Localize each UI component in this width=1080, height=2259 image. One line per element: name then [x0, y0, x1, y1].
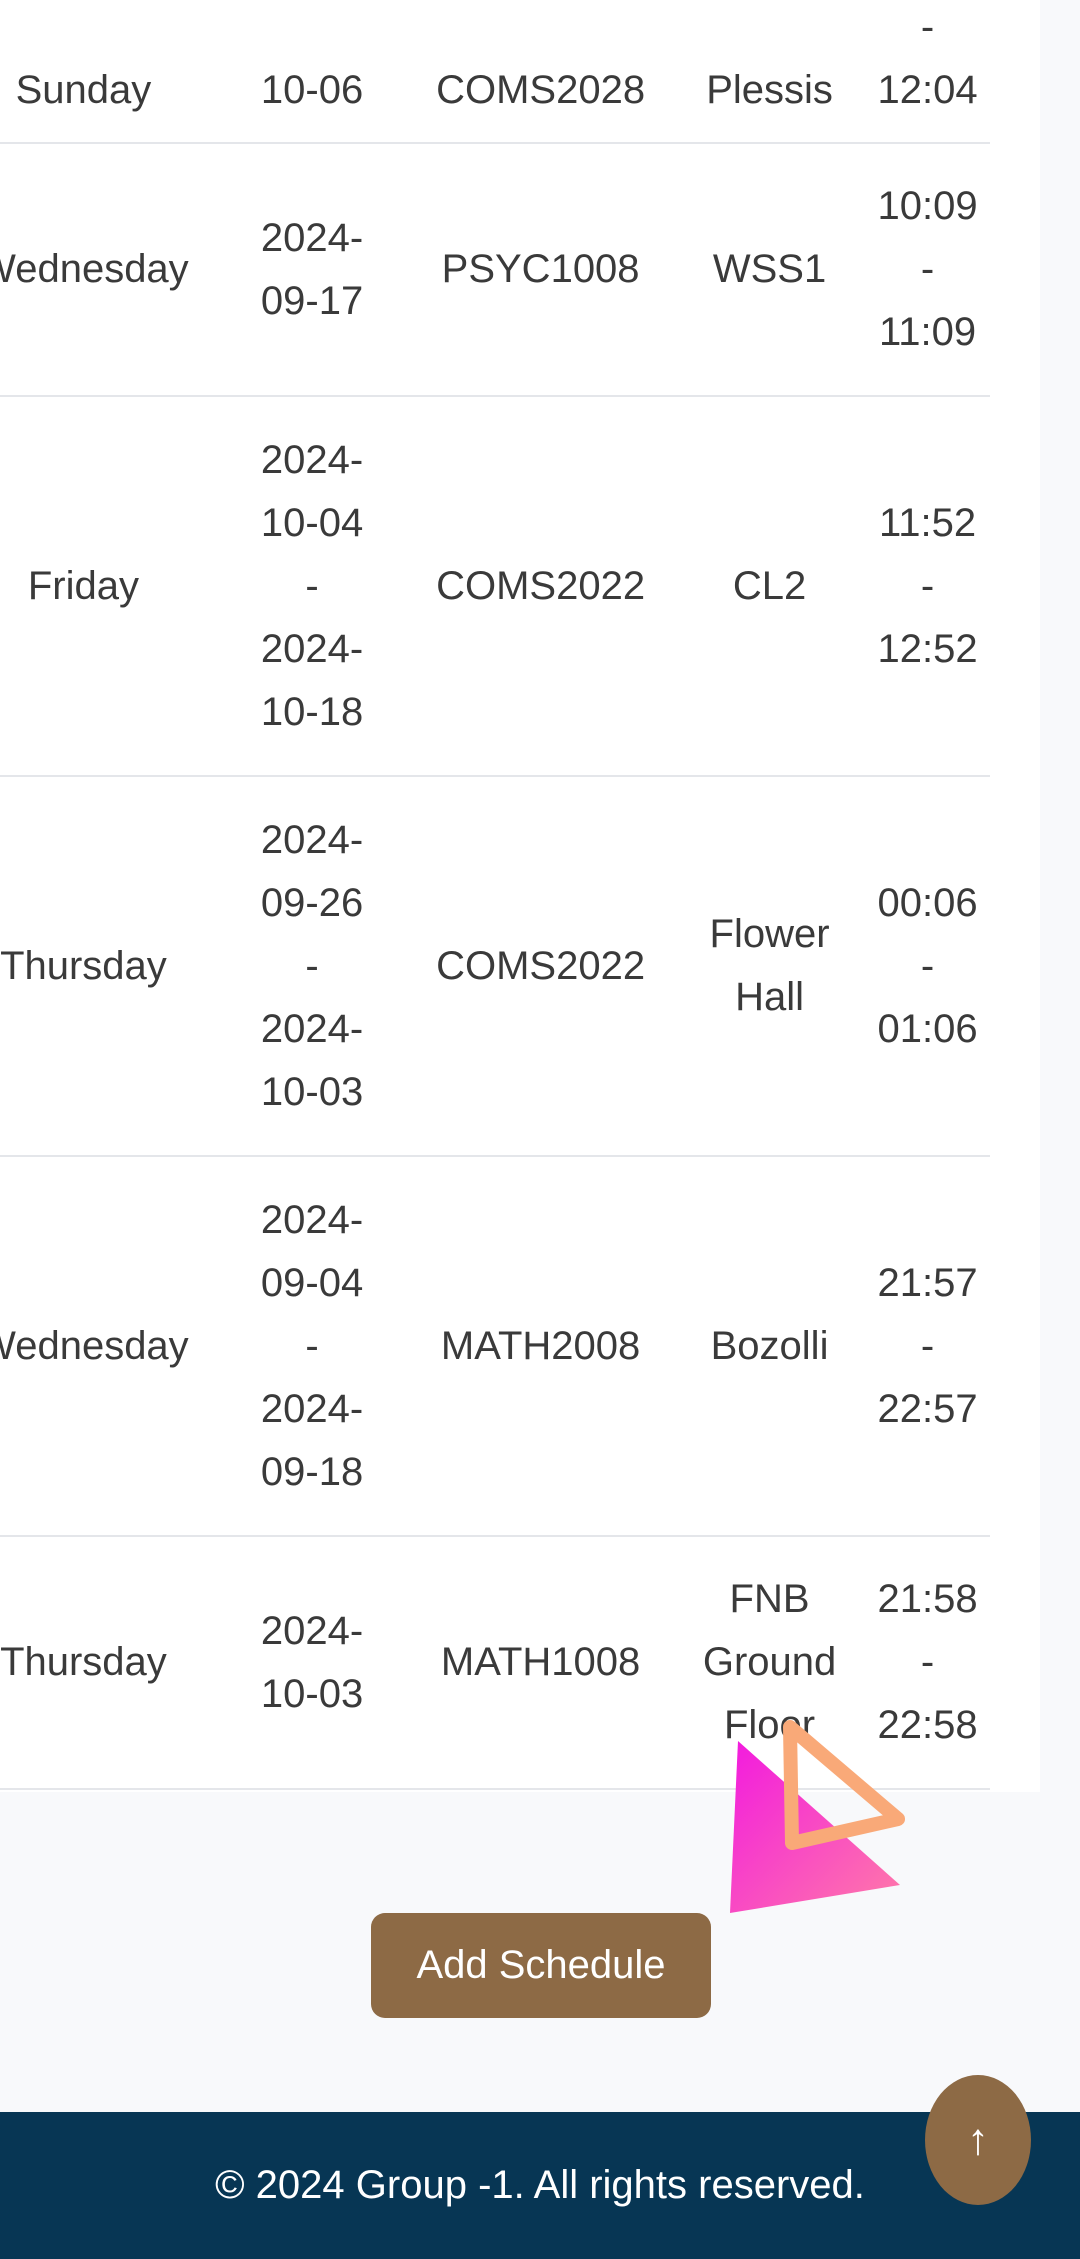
time-cell-line: 11:52 [879, 500, 977, 545]
date-cell-line: 2024- [260, 1608, 364, 1653]
date-cell-line: 2024- [260, 817, 364, 862]
time-cell-line: 12:04 [877, 68, 978, 112]
course-cell: MATH1008 [407, 1536, 674, 1790]
course-cell-text: COMS2022 [436, 563, 646, 608]
time-cell-line: - [920, 1323, 935, 1368]
date-cell-line: 2024- [260, 1197, 364, 1242]
day-cell-text: Friday [27, 563, 139, 608]
time-cell: 00:06 - 01:06 [865, 776, 990, 1157]
table-row: Friday 2024- 10-04 - 2024- 10-18 COMS2022 CL2 11… [0, 396, 990, 777]
decorative-triangles [730, 1720, 905, 1913]
date-cell-line: 10-06 [260, 68, 364, 112]
arrow-up-icon: ↑ [967, 2115, 989, 2164]
date-cell: 2024- 09-17 [216, 143, 408, 397]
date-cell-line: 2024- [260, 215, 364, 260]
date-cell: 2024- 09-26 - 2024- 10-03 [216, 776, 408, 1157]
day-cell: Friday [0, 396, 217, 777]
time-cell: - 12:04 [865, 0, 990, 144]
date-cell-line: 10-03 [260, 1671, 364, 1716]
day-cell-text: Thursday [0, 943, 167, 988]
venue-cell-line: Flower [709, 912, 830, 956]
venue-cell-line: CL2 [732, 563, 807, 608]
table-row: Sunday 10-06 COMS2028 Plessis - 12:04 [0, 0, 990, 144]
date-cell: 2024- 10-03 [216, 1536, 408, 1790]
page-footer: © 2024 Group -1. All rights reserved. [0, 2112, 1080, 2259]
table-row: Wednesday 2024- 09-04 - 2024- 09-18 MATH2008 Bo… [0, 1156, 990, 1537]
time-cell-line: - [920, 5, 935, 49]
day-cell-text: Wednesday [0, 1323, 189, 1368]
venue-cell-line: Ground [702, 1640, 837, 1684]
course-cell-text: MATH1008 [440, 1640, 641, 1684]
date-cell-line: 2024- [260, 1386, 364, 1431]
time-cell-line: 21:58 [877, 1577, 978, 1621]
venue-cell-line: FNB [729, 1577, 810, 1621]
venue-cell-line: Hall [735, 975, 804, 1019]
date-cell-line: - [305, 563, 319, 608]
course-cell: COMS2022 [407, 776, 674, 1157]
date-cell-line: - [305, 943, 319, 988]
date-cell-line: 10-18 [260, 689, 364, 734]
time-cell-line: 12:52 [877, 626, 978, 671]
date-cell-line: 10-04 [260, 500, 364, 545]
course-cell-text: COMS2022 [436, 943, 646, 988]
venue-cell: WSS1 [673, 143, 866, 397]
table-row: Thursday 2024- 09-26 - 2024- 10-03 COMS2022 Flo… [0, 776, 990, 1157]
time-cell-line: - [920, 247, 935, 291]
time-cell-line: - [920, 943, 935, 988]
date-cell-line: 2024- [260, 437, 364, 482]
course-cell-text: MATH2008 [440, 1323, 641, 1368]
date-cell-line: 2024- [260, 1006, 364, 1051]
venue-cell: Flower Hall [673, 776, 866, 1157]
course-cell: COMS2022 [407, 396, 674, 777]
date-cell-line: 10-03 [260, 1069, 364, 1114]
date-cell: 2024- 10-04 - 2024- 10-18 [216, 396, 408, 777]
time-cell-line: 11:09 [879, 310, 977, 354]
venue-cell: Bozolli [673, 1156, 866, 1537]
day-cell: Wednesday [0, 143, 217, 397]
venue-cell-line: Bozolli [710, 1323, 829, 1368]
venue-cell-line: WSS1 [712, 247, 827, 291]
add-schedule-button[interactable]: Add Schedule [371, 1913, 711, 2018]
venue-cell-line: Plessis [706, 68, 833, 112]
date-cell-line: 2024- [260, 626, 364, 671]
time-cell-line: - [920, 1640, 935, 1684]
course-cell: COMS2028 [407, 0, 674, 144]
time-cell-line: 22:57 [877, 1386, 978, 1431]
date-cell: 10-06 [216, 0, 408, 144]
day-cell-text: Sunday [15, 68, 152, 112]
time-cell: 11:52 - 12:52 [865, 396, 990, 777]
day-cell: Thursday [0, 776, 217, 1157]
scroll-to-top-button[interactable]: ↑ [925, 2075, 1031, 2205]
date-cell-line: 09-18 [260, 1449, 364, 1494]
day-cell: Thursday [0, 1536, 217, 1790]
time-cell-line: 10:09 [877, 184, 978, 228]
course-cell: PSYC1008 [407, 143, 674, 397]
day-cell: Sunday [0, 0, 217, 144]
course-cell: MATH2008 [407, 1156, 674, 1537]
day-cell-text: Wednesday [0, 247, 189, 291]
schedule-table: Sunday 10-06 COMS2028 Plessis - 12:04 Wednesda… [0, 0, 990, 1790]
date-cell-line: - [305, 1323, 319, 1368]
venue-cell: Plessis [673, 0, 866, 144]
course-cell-text: COMS2028 [436, 68, 646, 112]
time-cell: 21:57 - 22:57 [865, 1156, 990, 1537]
time-cell-line: 00:06 [877, 880, 978, 925]
date-cell-line: 09-17 [260, 278, 364, 323]
schedule-table-container: Sunday 10-06 COMS2028 Plessis - 12:04 Wednesda… [0, 0, 1040, 1792]
day-cell-text: Thursday [0, 1640, 167, 1684]
course-cell-text: PSYC1008 [441, 247, 640, 291]
time-cell-line: 01:06 [877, 1006, 978, 1051]
time-cell-line: 21:57 [877, 1260, 978, 1305]
time-cell-line: - [920, 563, 935, 608]
date-cell-line: 09-04 [260, 1260, 364, 1305]
table-row: Wednesday 2024- 09-17 PSYC1008 WSS1 10:09 - 11:… [0, 143, 990, 397]
date-cell: 2024- 09-04 - 2024- 09-18 [216, 1156, 408, 1537]
venue-cell: CL2 [673, 396, 866, 777]
date-cell-line: 09-26 [260, 880, 364, 925]
copyright-text: © 2024 Group -1. All rights reserved. [215, 2163, 865, 2207]
time-cell: 10:09 - 11:09 [865, 143, 990, 397]
day-cell: Wednesday [0, 1156, 217, 1537]
